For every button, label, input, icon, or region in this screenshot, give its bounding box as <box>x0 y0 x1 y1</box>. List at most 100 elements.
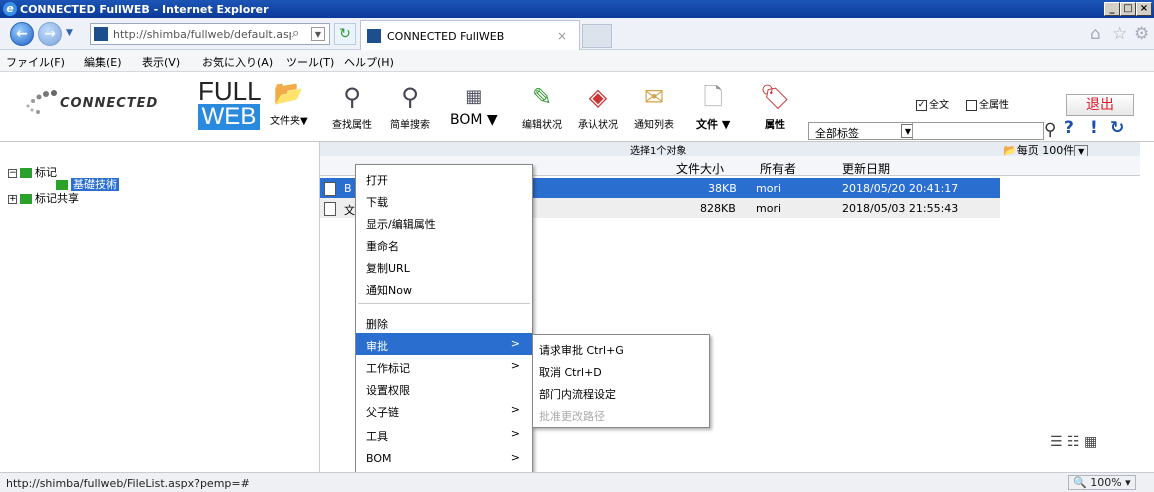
row-name: 文 <box>344 204 355 217</box>
notify-list-label: 通知列表 <box>634 120 674 131</box>
zoom-control[interactable]: 🔍 100% ▾ <box>1068 475 1136 490</box>
row-size: 38KB <box>708 182 737 195</box>
allattr-label: 全属性 <box>979 100 1009 111</box>
document-icon: 🗋 <box>703 83 723 111</box>
chevron-right-icon: > <box>510 337 520 350</box>
menu-tools[interactable]: ツール(T) <box>286 54 334 70</box>
edit-status-button[interactable]: ✎ 编辑状况 <box>522 82 562 131</box>
ctx-copy-url[interactable]: 复制URL <box>356 255 532 277</box>
list-view-icon[interactable]: ☷ <box>1067 434 1080 450</box>
expand-icon[interactable]: + <box>8 194 17 204</box>
file-menu-button[interactable]: 🗋 文件 ▼ <box>696 82 730 132</box>
ctx-delete[interactable]: 删除 <box>356 311 532 333</box>
minimize-button[interactable]: _ <box>1104 2 1120 16</box>
ctx-properties[interactable]: 显示/编辑属性 <box>356 211 532 233</box>
maximize-button[interactable]: □ <box>1120 2 1136 16</box>
search-input[interactable] <box>912 122 1044 140</box>
fulltext-checkbox[interactable]: ✓ 全文 <box>916 96 949 111</box>
ctx-tools[interactable]: 工具 > <box>356 423 532 445</box>
ctx-bom[interactable]: BOM > <box>356 447 532 469</box>
ctx-notify-now[interactable]: 通知Now <box>356 277 532 299</box>
row-owner: mori <box>756 202 782 215</box>
menubar: ファイル(F) 編集(E) 表示(V) お気に入り(A) ツール(T) ヘルプ(… <box>0 50 1154 72</box>
bom-button[interactable]: ▦ BOM ▼ <box>450 82 498 128</box>
zoom-icon: 🔍 <box>1073 476 1087 489</box>
forward-button[interactable]: → <box>38 22 62 46</box>
sub-dept-flow[interactable]: 部门内流程设定 <box>533 381 709 403</box>
folder-label: 文件夹▼ <box>270 116 308 127</box>
row-updated: 2018/05/20 20:41:17 <box>842 182 959 195</box>
logout-button[interactable]: 退出 <box>1066 94 1134 116</box>
help-icon[interactable]: ? <box>1064 118 1074 138</box>
tag-icon: 🏷 <box>760 83 791 111</box>
green-tag-icon <box>20 194 32 204</box>
new-tab-button[interactable] <box>582 24 612 48</box>
attribute-button[interactable]: 🏷 属性 <box>760 82 790 131</box>
ctx-rename[interactable]: 重命名 <box>356 233 532 255</box>
col-updated[interactable]: 更新日期 <box>842 160 890 177</box>
col-size[interactable]: 文件大小 <box>676 160 724 177</box>
compat-refresh-button[interactable]: ↻ <box>334 23 356 45</box>
vertical-scrollbar[interactable] <box>1140 142 1154 472</box>
alert-icon[interactable]: ! <box>1090 118 1098 138</box>
simple-search-button[interactable]: ⚲ 简单搜索 <box>390 82 430 131</box>
menu-view[interactable]: 表示(V) <box>142 54 180 70</box>
menu-file[interactable]: ファイル(F) <box>6 54 65 70</box>
magnifier-icon: ⚲ <box>343 83 361 111</box>
ctx-work-tag[interactable]: 工作标记 > <box>356 355 532 377</box>
browser-tab-active[interactable]: CONNECTED FullWEB × <box>360 20 580 50</box>
refresh-icon[interactable]: ↻ <box>1110 118 1124 138</box>
edit-status-label: 编辑状况 <box>522 120 562 131</box>
notify-list-button[interactable]: ✉ 通知列表 <box>634 82 674 131</box>
view-mode-icons[interactable]: ☰ ☷ ▦ <box>1050 434 1097 450</box>
menu-help[interactable]: ヘルプ(H) <box>344 54 394 70</box>
search-magnifier-icon: ⚲ <box>401 83 419 111</box>
selection-count: 选择1个对象 <box>630 146 687 157</box>
tag-select-value: 全部标签 <box>815 127 859 140</box>
tab-favicon <box>367 29 381 43</box>
allattr-checkbox[interactable]: 全属性 <box>966 96 1009 111</box>
pencil-icon: ✎ <box>531 83 553 111</box>
menu-divider <box>358 303 530 304</box>
col-owner[interactable]: 所有者 <box>760 160 796 177</box>
window-title: CONNECTED FullWEB - Internet Explorer <box>20 3 269 16</box>
tree-root-label: 标记 <box>35 166 57 179</box>
tree-node-root[interactable]: − 标记 <box>8 164 57 180</box>
ctx-open[interactable]: 打开 <box>356 167 532 189</box>
tab-close-icon[interactable]: × <box>557 29 567 43</box>
search-icon[interactable]: ⚲ <box>1044 120 1056 140</box>
tree-node-shared[interactable]: + 标记共享 <box>8 190 79 206</box>
ctx-parent-child[interactable]: 父子链 > <box>356 399 532 421</box>
history-dropdown-icon[interactable]: ▼ <box>66 28 73 38</box>
home-icon[interactable]: ⌂ <box>1090 24 1101 44</box>
status-url: http://shimba/fullweb/FileList.aspx?pemp… <box>6 477 250 490</box>
address-dropdown-icon[interactable]: ▼ <box>311 27 325 41</box>
find-attr-button[interactable]: ⚲ 查找属性 <box>332 82 372 131</box>
ctx-permissions[interactable]: 设置权限 <box>356 377 532 399</box>
sub-cancel[interactable]: 取消 Ctrl+D <box>533 359 709 381</box>
close-window-button[interactable]: × <box>1136 2 1152 16</box>
ctx-approval[interactable]: 审批 > <box>356 333 532 355</box>
approve-status-button[interactable]: ◈ 承认状况 <box>578 82 618 131</box>
collapse-icon[interactable]: − <box>8 168 17 178</box>
sub-request-approval[interactable]: 请求审批 Ctrl+G <box>533 337 709 359</box>
chevron-right-icon: > <box>510 451 520 464</box>
search-icon[interactable]: ⌕ <box>292 26 299 41</box>
fulltext-check-icon: ✓ <box>916 99 927 111</box>
tag-tree-pane: − 标记 基礎技術 + 标记共享 <box>0 142 320 472</box>
address-bar[interactable]: http://shimba/fullweb/default.aspx?w ⌕ ▼ <box>90 23 330 45</box>
ctx-download[interactable]: 下载 <box>356 189 532 211</box>
menu-edit[interactable]: 編集(E) <box>84 54 122 70</box>
row-owner: mori <box>756 182 782 195</box>
browser-navbar: ← → ▼ http://shimba/fullweb/default.aspx… <box>0 18 1154 50</box>
favorites-star-icon[interactable]: ☆ <box>1112 24 1127 44</box>
row-updated: 2018/05/03 21:55:43 <box>842 202 959 215</box>
menu-favorites[interactable]: お気に入り(A) <box>202 54 273 70</box>
back-button[interactable]: ← <box>10 22 34 46</box>
settings-gear-icon[interactable]: ⚙ <box>1134 24 1149 44</box>
folder-button[interactable]: 📂 文件夹▼ <box>270 78 308 127</box>
thumbnail-view-icon[interactable]: ▦ <box>1084 434 1097 450</box>
tag-select[interactable]: 全部标签 ▼ <box>808 122 916 140</box>
zoom-level: 100% <box>1090 476 1122 489</box>
detail-view-icon[interactable]: ☰ <box>1050 434 1063 450</box>
